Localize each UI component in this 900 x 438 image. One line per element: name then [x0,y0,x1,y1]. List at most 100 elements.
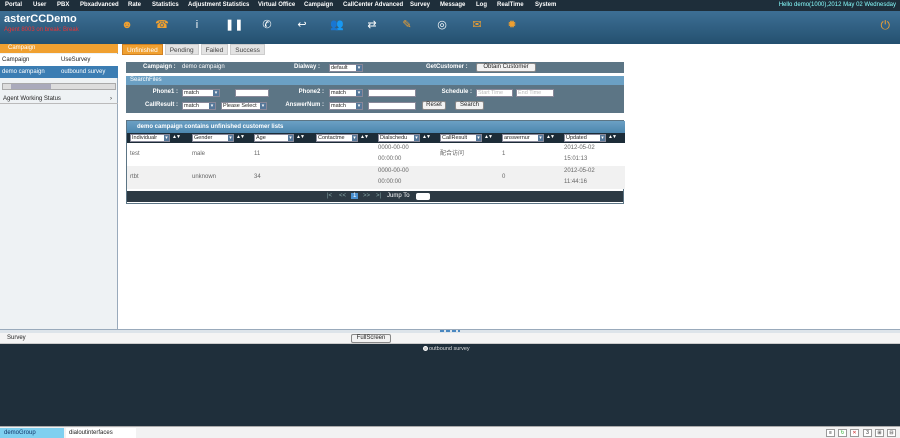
edit-icon[interactable]: ✎ [400,18,414,32]
menu-adjustment-statistics[interactable]: Adjustment Statistics [188,2,249,8]
dialway-select[interactable]: default [329,64,363,72]
mail-icon[interactable]: ✉ [470,18,484,32]
hangup-icon[interactable]: ✆ [260,18,274,32]
pager-last-button[interactable]: >| [376,193,381,199]
sort-arrows-icon[interactable]: ▲▼ [608,134,617,140]
tab-pending[interactable]: Pending [164,44,199,55]
getcustomer-label: GetCustomer : [426,64,468,70]
callresult-value-select[interactable]: Please Select [221,102,267,110]
phone-icon[interactable]: ☎ [155,18,169,32]
phone2-input[interactable] [368,89,416,97]
reset-button[interactable]: Reset [422,101,446,110]
customer-list: demo campaign contains unfinished custom… [126,120,625,204]
campaign-label: Campaign : [143,64,176,70]
transfer-icon[interactable]: ⇄ [365,18,379,32]
tab-unfinished[interactable]: Unfinished [122,44,163,55]
menu-rate[interactable]: Rate [128,2,141,8]
agent-icon[interactable]: ☻ [120,18,134,32]
undo-icon[interactable]: ↩ [295,18,309,32]
phone1-operator-select[interactable]: match [182,89,220,97]
list-icon[interactable]: ≡ [826,429,835,437]
top-menu-bar: Portal User PBX Pbxadvanced Rate Statist… [0,0,900,11]
tab-success[interactable]: Success [230,44,265,55]
grid-icon[interactable]: ⊞ [875,429,884,437]
tab-demogroup[interactable]: demoGroup [0,428,64,438]
close-icon[interactable]: ✕ [850,429,859,437]
globe-icon[interactable]: ◎ [435,18,449,32]
answernum-input[interactable] [368,102,416,110]
cell-dialschedule-date: 0000-00-00 [378,168,409,174]
agent-working-status-panel[interactable]: Agent Working Status › [0,94,118,104]
pager: |< << 1 >> >| Jump To [127,191,623,202]
info-icon[interactable]: i [190,18,204,32]
cell-gender: unknown [192,174,217,180]
jump-to-input[interactable] [416,193,430,200]
menu-campaign[interactable]: Campaign [304,2,333,8]
menu-log[interactable]: Log [476,2,487,8]
sort-arrows-icon[interactable]: ▲▼ [296,134,305,140]
menu-pbxadvanced[interactable]: Pbxadvanced [80,2,119,8]
menu-callcenter-advanced[interactable]: CallCenter Advanced [343,2,403,8]
survey-bar: Survey FullScreen [0,333,900,344]
cell-gender: male [192,151,206,157]
menu-message[interactable]: Message [440,2,465,8]
sort-arrows-icon[interactable]: ▲▼ [360,134,369,140]
callresult-operator-select[interactable]: match [182,102,216,110]
menu-portal[interactable]: Portal [5,2,22,8]
menu-pbx[interactable]: PBX [57,2,69,8]
tab-dialoutinterfaces[interactable]: dialoutinterfaces [66,428,136,438]
cell-answernum: 0 [502,174,506,180]
obtain-customer-button[interactable]: Obtain Customer [476,63,536,72]
pager-first-button[interactable]: |< [327,193,332,199]
col-age-select[interactable]: Age [254,134,294,142]
col-callresult-select[interactable]: CallResult [440,134,482,142]
col-gender-select[interactable]: Gender [192,134,234,142]
menu-system[interactable]: System [535,2,556,8]
schedule-end-input[interactable]: End Time [516,89,554,97]
col-updated-select[interactable]: Updated [564,134,606,142]
count-indicator[interactable]: 3 [863,429,872,437]
conference-icon[interactable]: 👥 [330,18,344,32]
col-answernum-select[interactable]: answernur [502,134,544,142]
menu-realtime[interactable]: RealTime [497,2,524,8]
pager-prev-button[interactable]: << [339,193,346,199]
campaign-panel-header[interactable]: Campaign [0,44,118,53]
sort-arrows-icon[interactable]: ▲▼ [484,134,493,140]
menu-statistics[interactable]: Statistics [152,2,179,8]
table-row[interactable]: rtbt unknown 34 0000-00-00 00:00:00 0 20… [127,166,625,189]
splitter-grip[interactable] [440,330,460,332]
scroll-thumb[interactable] [11,84,51,89]
power-icon[interactable]: ⏻ [881,18,891,33]
sort-arrows-icon[interactable]: ▲▼ [236,134,245,140]
answernum-operator-select[interactable]: match [329,102,363,110]
col-individual-select[interactable]: Individualr [130,134,170,142]
tab-failed[interactable]: Failed [200,44,229,55]
app-name: asterCCDemo [4,13,77,25]
settings-icon[interactable]: ✹ [505,18,519,32]
pager-current-page[interactable]: 1 [351,193,359,199]
pause-icon[interactable]: ❚❚ [225,18,243,32]
cell-updated-time: 15:01:13 [564,156,588,162]
refresh-icon[interactable]: ↻ [838,429,847,437]
menu-survey[interactable]: Survey [410,2,430,8]
menu-user[interactable]: User [33,2,46,8]
search-button[interactable]: Search [455,101,484,110]
schedule-start-input[interactable]: Start Time [476,89,513,97]
col-contact-select[interactable]: Contactme [316,134,358,142]
menu-virtual-office[interactable]: Virtual Office [258,2,295,8]
table-row[interactable]: test male 11 0000-00-00 00:00:00 配合访问 1 … [127,143,625,166]
horizontal-scrollbar[interactable] [2,83,116,90]
campaign-row[interactable]: demo campaign outbound survey [0,66,118,78]
survey-item[interactable]: outbound survey [423,346,470,352]
fullscreen-button[interactable]: FullScreen [351,334,391,343]
campaign-config-bar: Campaign : demo campaign Dialway : defau… [126,62,624,73]
pager-next-button[interactable]: >> [363,193,370,199]
sort-arrows-icon[interactable]: ▲▼ [422,134,431,140]
layout-icon[interactable]: ⊟ [887,429,896,437]
sort-arrows-icon[interactable]: ▲▼ [546,134,555,140]
hello-greeting: Hello demo(1000),2012 May 02 Wednesday [778,2,896,8]
phone1-input[interactable] [235,89,269,97]
col-dialschedule-select[interactable]: Dialschedu [378,134,420,142]
phone2-operator-select[interactable]: match [329,89,363,97]
sort-arrows-icon[interactable]: ▲▼ [172,134,181,140]
